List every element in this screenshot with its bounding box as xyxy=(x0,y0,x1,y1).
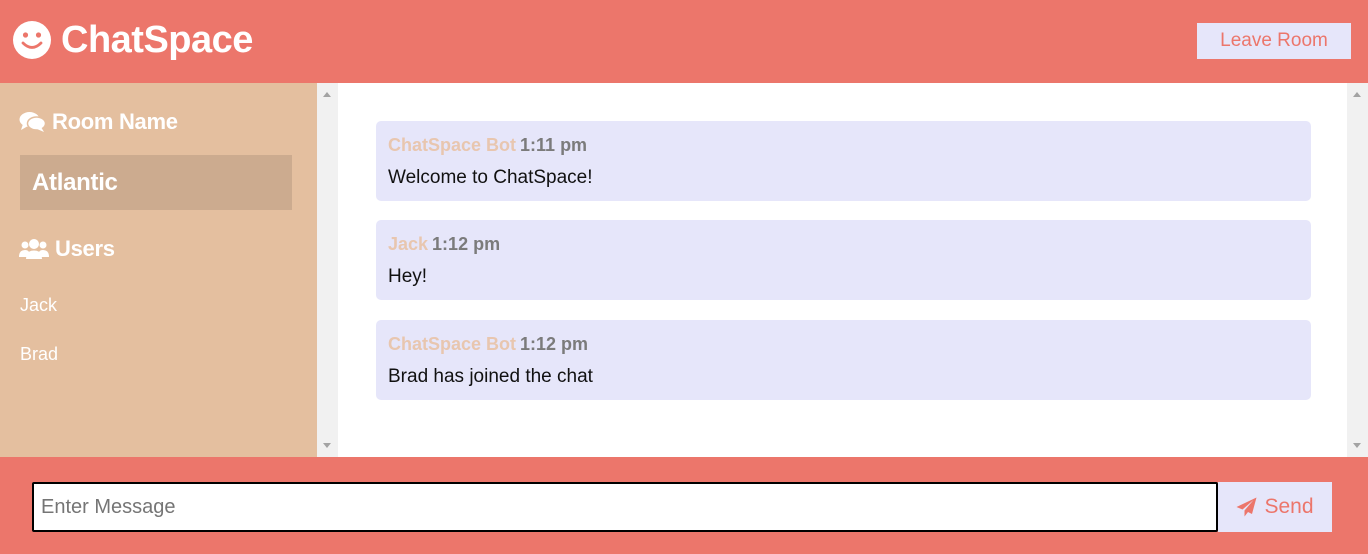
sidebar-scrollbar[interactable] xyxy=(317,83,338,457)
sidebar: Room Name Atlantic Users Jack Brad xyxy=(0,83,317,457)
paper-plane-icon xyxy=(1236,497,1257,517)
app-title: ChatSpace xyxy=(61,18,253,61)
message-input[interactable] xyxy=(32,482,1218,532)
chat-messages: ChatSpace Bot 1:11 pm Welcome to ChatSpac… xyxy=(338,83,1347,457)
message: ChatSpace Bot 1:11 pm Welcome to ChatSpac… xyxy=(376,121,1311,201)
message: Jack 1:12 pm Hey! xyxy=(376,220,1311,300)
messages-scrollbar[interactable] xyxy=(1347,83,1368,457)
send-button[interactable]: Send xyxy=(1218,482,1332,532)
message-meta: ChatSpace Bot 1:12 pm xyxy=(388,332,1299,356)
room-name: Atlantic xyxy=(20,155,292,210)
scroll-up-arrow-icon[interactable] xyxy=(323,92,331,97)
composer: Send xyxy=(0,457,1368,554)
message-time: 1:12 pm xyxy=(520,334,589,354)
message-meta: Jack 1:12 pm xyxy=(388,232,1299,256)
message-author: ChatSpace Bot xyxy=(388,135,517,155)
message: ChatSpace Bot 1:12 pm Brad has joined the… xyxy=(376,320,1311,400)
leave-room-button[interactable]: Leave Room xyxy=(1197,23,1351,59)
user-item: Brad xyxy=(20,344,59,364)
message-author: ChatSpace Bot xyxy=(388,334,517,354)
message-time: 1:12 pm xyxy=(432,234,501,254)
message-meta: ChatSpace Bot 1:11 pm xyxy=(388,133,1299,157)
smile-icon xyxy=(13,21,51,59)
message-author: Jack xyxy=(388,234,429,254)
logo: ChatSpace xyxy=(12,18,253,62)
scroll-down-arrow-icon[interactable] xyxy=(323,443,331,448)
users-heading: Users xyxy=(19,236,115,262)
message-text: Brad has joined the chat xyxy=(388,366,593,387)
scroll-up-arrow-icon[interactable] xyxy=(1353,92,1361,97)
comments-icon xyxy=(19,112,46,132)
message-text: Welcome to ChatSpace! xyxy=(388,167,593,188)
app-header: ChatSpace Leave Room xyxy=(0,0,1368,83)
users-icon xyxy=(19,239,49,259)
user-item: Jack xyxy=(20,295,58,315)
message-text: Hey! xyxy=(388,266,428,287)
room-heading: Room Name xyxy=(19,109,178,135)
message-time: 1:11 pm xyxy=(520,135,588,155)
send-label: Send xyxy=(1264,495,1314,518)
users-heading-label: Users xyxy=(55,236,115,261)
scroll-down-arrow-icon[interactable] xyxy=(1353,443,1361,448)
room-heading-label: Room Name xyxy=(52,109,178,134)
